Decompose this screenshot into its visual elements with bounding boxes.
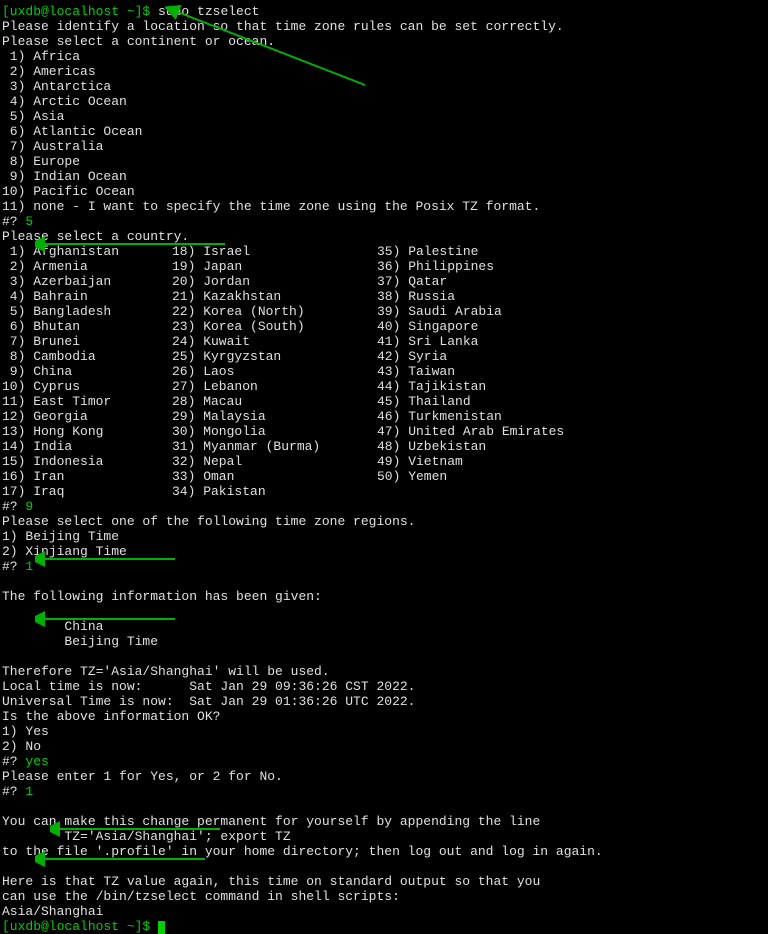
output-text: to the file '.profile' in your home dire…	[2, 844, 766, 859]
list-item: 22) Korea (North)	[172, 304, 377, 319]
user-input: 5	[25, 214, 33, 229]
list-item: 4) Arctic Ocean	[2, 94, 766, 109]
output-text: Please select a continent or ocean.	[2, 34, 766, 49]
output-text: Please select a country.	[2, 229, 766, 244]
output-text: TZ='Asia/Shanghai'; export TZ	[2, 829, 766, 844]
list-item: 48) Uzbekistan	[377, 439, 564, 454]
list-item: 2) Armenia	[2, 259, 172, 274]
list-item: 3) Antarctica	[2, 79, 766, 94]
input-prompt: #?	[2, 499, 25, 514]
list-item: 37) Qatar	[377, 274, 564, 289]
list-item: 47) United Arab Emirates	[377, 424, 564, 439]
list-item: 1) Yes	[2, 724, 766, 739]
input-prompt: #?	[2, 754, 25, 769]
list-item: 1) Afghanistan	[2, 244, 172, 259]
list-item: 19) Japan	[172, 259, 377, 274]
list-item: 6) Bhutan	[2, 319, 172, 334]
list-item: 38) Russia	[377, 289, 564, 304]
list-item: 10) Cyprus	[2, 379, 172, 394]
output-text: can use the /bin/tzselect command in she…	[2, 889, 766, 904]
list-item: 17) Iraq	[2, 484, 172, 499]
list-item: 5) Bangladesh	[2, 304, 172, 319]
list-item: 15) Indonesia	[2, 454, 172, 469]
list-item: 5) Asia	[2, 109, 766, 124]
list-item: 2) Americas	[2, 64, 766, 79]
output-text: The following information has been given…	[2, 589, 766, 604]
list-item: 2) Xinjiang Time	[2, 544, 766, 559]
command-text: sudo tzselect	[158, 4, 259, 19]
list-item: 13) Hong Kong	[2, 424, 172, 439]
list-item: 49) Vietnam	[377, 454, 564, 469]
list-item: 34) Pakistan	[172, 484, 377, 499]
user-input: yes	[25, 754, 48, 769]
input-prompt: #?	[2, 784, 25, 799]
user-input: 1	[25, 784, 33, 799]
list-item: 16) Iran	[2, 469, 172, 484]
list-item: 42) Syria	[377, 349, 564, 364]
list-item: 30) Mongolia	[172, 424, 377, 439]
list-item: 39) Saudi Arabia	[377, 304, 564, 319]
user-input: 1	[25, 559, 33, 574]
list-item: 11) East Timor	[2, 394, 172, 409]
list-item: 45) Thailand	[377, 394, 564, 409]
list-item: 46) Turkmenistan	[377, 409, 564, 424]
list-item: 21) Kazakhstan	[172, 289, 377, 304]
list-item: 35) Palestine	[377, 244, 564, 259]
output-text: Therefore TZ='Asia/Shanghai' will be use…	[2, 664, 766, 679]
list-item: 7) Australia	[2, 139, 766, 154]
terminal-cursor	[158, 921, 165, 934]
list-item: 6) Atlantic Ocean	[2, 124, 766, 139]
terminal-output[interactable]: [uxdb@localhost ~]$ sudo tzselect Please…	[2, 4, 766, 934]
list-item: 20) Jordan	[172, 274, 377, 289]
output-text: Is the above information OK?	[2, 709, 766, 724]
list-item: 9) Indian Ocean	[2, 169, 766, 184]
list-item: 4) Bahrain	[2, 289, 172, 304]
list-item: 31) Myanmar (Burma)	[172, 439, 377, 454]
list-item: 8) Europe	[2, 154, 766, 169]
list-item: 7) Brunei	[2, 334, 172, 349]
output-text: Asia/Shanghai	[2, 904, 766, 919]
list-item: 43) Taiwan	[377, 364, 564, 379]
list-item: 11) none - I want to specify the time zo…	[2, 199, 766, 214]
list-item: 26) Laos	[172, 364, 377, 379]
output-text: China	[2, 619, 766, 634]
list-item: 29) Malaysia	[172, 409, 377, 424]
list-item: 28) Macau	[172, 394, 377, 409]
list-item: 18) Israel	[172, 244, 377, 259]
list-item: 32) Nepal	[172, 454, 377, 469]
list-item: 25) Kyrgyzstan	[172, 349, 377, 364]
list-item: 27) Lebanon	[172, 379, 377, 394]
list-item: 9) China	[2, 364, 172, 379]
shell-prompt: [uxdb@localhost ~]$	[2, 4, 158, 19]
output-text: Please select one of the following time …	[2, 514, 766, 529]
output-text: Here is that TZ value again, this time o…	[2, 874, 766, 889]
list-item: 23) Korea (South)	[172, 319, 377, 334]
input-prompt: #?	[2, 559, 25, 574]
list-item: 10) Pacific Ocean	[2, 184, 766, 199]
output-text: You can make this change permanent for y…	[2, 814, 766, 829]
list-item: 33) Oman	[172, 469, 377, 484]
list-item: 41) Sri Lanka	[377, 334, 564, 349]
shell-prompt: [uxdb@localhost ~]$	[2, 919, 158, 934]
list-item: 1) Beijing Time	[2, 529, 766, 544]
input-prompt: #?	[2, 214, 25, 229]
list-item: 1) Africa	[2, 49, 766, 64]
list-item: 50) Yemen	[377, 469, 564, 484]
output-text: Local time is now: Sat Jan 29 09:36:26 C…	[2, 679, 766, 694]
list-item: 40) Singapore	[377, 319, 564, 334]
list-item: 12) Georgia	[2, 409, 172, 424]
list-item: 24) Kuwait	[172, 334, 377, 349]
output-text: Universal Time is now: Sat Jan 29 01:36:…	[2, 694, 766, 709]
list-item: 2) No	[2, 739, 766, 754]
list-item: 8) Cambodia	[2, 349, 172, 364]
output-text: Please enter 1 for Yes, or 2 for No.	[2, 769, 766, 784]
user-input: 9	[25, 499, 33, 514]
list-item: 44) Tajikistan	[377, 379, 564, 394]
list-item: 14) India	[2, 439, 172, 454]
output-text: Beijing Time	[2, 634, 766, 649]
output-text: Please identify a location so that time …	[2, 19, 766, 34]
list-item: 36) Philippines	[377, 259, 564, 274]
list-item: 3) Azerbaijan	[2, 274, 172, 289]
